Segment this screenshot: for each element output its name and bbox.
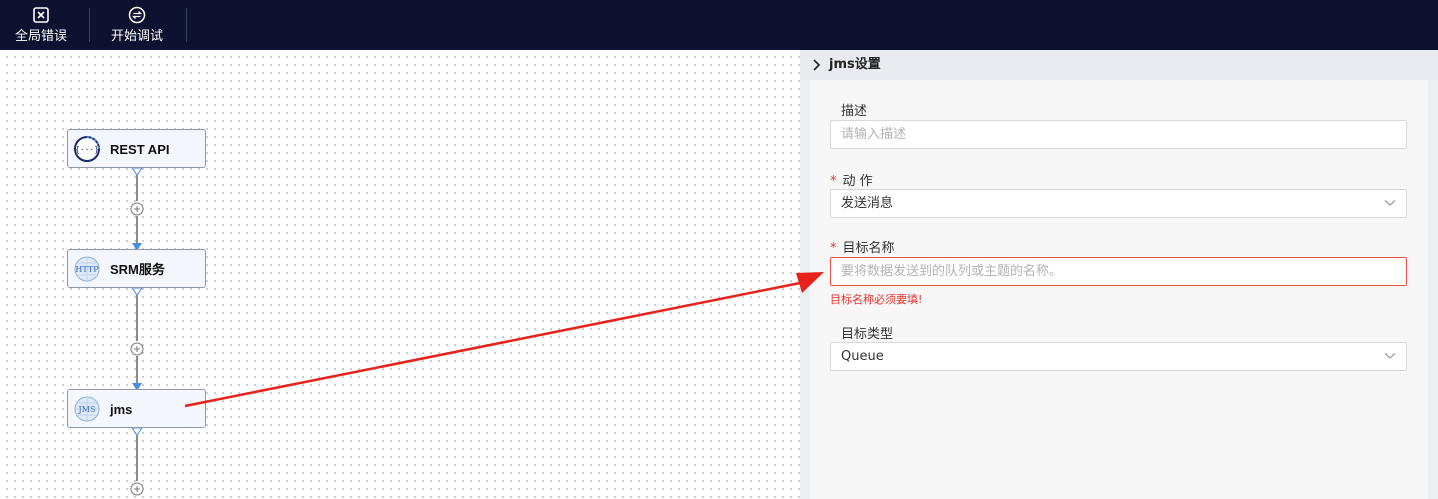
start-debug-button[interactable]: 开始调试 [104,0,170,50]
node-label: REST API [110,142,170,157]
action-select[interactable]: 发送消息 [830,189,1407,218]
svg-text:HTTP: HTTP [75,265,99,274]
svg-text:JMS: JMS [78,405,96,414]
flow-node-jms[interactable]: JMS jms [67,389,206,428]
panel-header[interactable]: jms设置 [800,50,1438,80]
global-error-button[interactable]: 全局错误 [8,0,74,50]
settings-panel: jms设置 描述 * 动 作 发送消息 * 目标名称 目标名称必须要填! 目标类型 … [800,50,1438,499]
node-label: SRM服务 [110,262,165,277]
chevron-down-icon [1384,200,1396,206]
add-node-button[interactable] [130,202,144,216]
chevron-down-icon [1384,353,1396,359]
target-name-input[interactable] [830,257,1407,286]
panel-form: 描述 * 动 作 发送消息 * 目标名称 目标名称必须要填! 目标类型 Queue [810,80,1428,499]
close-square-icon [32,6,50,24]
start-debug-label: 开始调试 [110,29,163,44]
chevron-right-icon[interactable] [812,59,822,71]
svg-text:{···}: {···} [75,145,99,154]
action-label-row: * 动 作 [830,170,873,189]
node-label: jms [110,402,133,417]
flow-node-srm-service[interactable]: HTTP SRM服务 [67,249,206,288]
target-name-label-row: * 目标名称 [830,237,895,256]
global-error-label: 全局错误 [14,29,67,44]
top-toolbar: 全局错误 开始调试 [0,0,1438,50]
target-name-error: 目标名称必须要填! [830,293,923,306]
add-node-button[interactable] [130,342,144,356]
jms-icon: JMS [74,396,100,422]
description-input[interactable] [830,120,1407,149]
debug-cycle-icon [128,6,146,24]
required-mark: * [830,174,837,189]
add-node-button[interactable] [130,482,144,496]
toolbar-divider [186,8,187,42]
target-name-label: 目标名称 [842,241,895,256]
required-mark: * [830,241,837,256]
rest-api-icon: {···} [74,136,100,162]
target-type-select-value: Queue [841,349,884,364]
http-icon: HTTP [74,256,100,282]
target-type-select[interactable]: Queue [830,342,1407,371]
action-label: 动 作 [842,174,873,189]
target-type-label: 目标类型 [841,327,894,342]
description-label: 描述 [841,104,868,119]
flow-canvas[interactable]: {···} REST API HTTP SRM服务 JMS jms [0,50,800,499]
flow-node-rest-api[interactable]: {···} REST API [67,129,206,168]
action-select-value: 发送消息 [841,196,894,211]
toolbar-divider [89,8,90,42]
panel-title: jms设置 [829,57,881,72]
